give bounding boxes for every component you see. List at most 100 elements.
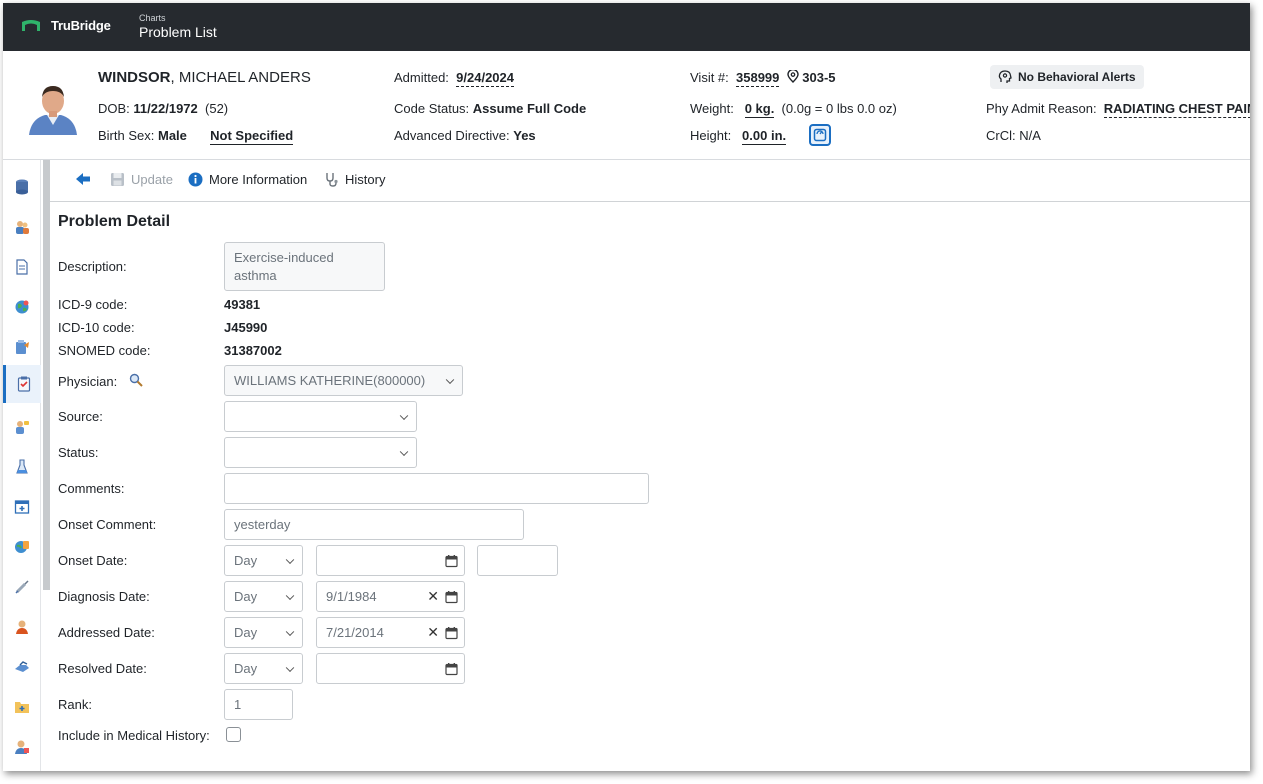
physician-value: WILLIAMS KATHERINE(800000) bbox=[234, 373, 426, 388]
chevron-down-icon bbox=[285, 591, 295, 600]
onset-extra-input[interactable] bbox=[477, 545, 558, 576]
icd10-label: ICD-10 code: bbox=[58, 320, 135, 335]
diagnosis-date-value: 9/1/1984 bbox=[326, 589, 377, 604]
brand[interactable]: TruBridge bbox=[21, 18, 111, 33]
section-title: Problem Detail bbox=[58, 213, 171, 230]
location-pin-icon bbox=[786, 68, 799, 83]
include-history-label: Include in Medical History: bbox=[58, 728, 210, 743]
more-information-button[interactable]: More Information bbox=[188, 172, 307, 187]
resolved-date-label: Resolved Date: bbox=[58, 661, 147, 676]
history-button[interactable]: History bbox=[324, 172, 385, 187]
calendar-icon[interactable] bbox=[445, 626, 458, 639]
calendar-icon[interactable] bbox=[445, 590, 458, 603]
icd10-value: J45990 bbox=[224, 320, 268, 335]
nav-handoff-icon[interactable] bbox=[13, 658, 31, 676]
rank-input[interactable]: 1 bbox=[224, 689, 293, 720]
gender-identity-link[interactable]: Not Specified bbox=[210, 128, 294, 145]
height-info: Height: 0.00 in. bbox=[690, 128, 787, 145]
nav-nurse-icon[interactable] bbox=[13, 738, 31, 756]
icd9-value: 49381 bbox=[224, 297, 261, 312]
nav-splitter[interactable] bbox=[43, 160, 50, 590]
patient-dob: DOB: 11/22/1972 (52) bbox=[98, 101, 228, 116]
breadcrumb-section: Charts bbox=[139, 13, 166, 23]
description-label: Description: bbox=[58, 259, 127, 274]
nav-chart-folder-icon[interactable] bbox=[13, 698, 31, 716]
patient-avatar[interactable] bbox=[23, 75, 83, 135]
physician-label-row: Physician: bbox=[58, 373, 143, 389]
nav-care-team-icon[interactable] bbox=[13, 218, 31, 236]
page-title: Problem List bbox=[139, 24, 217, 40]
comments-input[interactable] bbox=[224, 473, 649, 504]
nav-lab-flask-icon[interactable] bbox=[13, 458, 31, 476]
age-value: (52) bbox=[205, 101, 229, 116]
onset-precision-select[interactable]: Day bbox=[224, 545, 303, 576]
diagnosis-date-label: Diagnosis Date: bbox=[58, 589, 150, 604]
nav-database-icon[interactable] bbox=[13, 178, 31, 196]
onset-date-input[interactable] bbox=[316, 545, 465, 576]
behavioral-alerts-badge[interactable]: No Behavioral Alerts bbox=[990, 65, 1144, 89]
addressed-precision-value: Day bbox=[234, 625, 258, 640]
diagnosis-precision-select[interactable]: Day bbox=[224, 581, 303, 612]
patient-name: WINDSOR, MICHAEL ANDERS bbox=[98, 69, 311, 86]
crcl-info: CrCl: N/A bbox=[986, 128, 1041, 143]
rank-label: Rank: bbox=[58, 697, 92, 712]
nav-orders-icon[interactable] bbox=[13, 338, 31, 356]
weight-link[interactable]: 0 kg. bbox=[744, 101, 775, 118]
onset-comment-value: yesterday bbox=[234, 517, 291, 532]
nav-globe-icon[interactable] bbox=[13, 298, 31, 316]
resolved-date-input[interactable] bbox=[316, 653, 465, 684]
height-link[interactable]: 0.00 in. bbox=[742, 128, 787, 145]
nav-person-icon[interactable] bbox=[13, 618, 31, 636]
chevron-down-icon bbox=[445, 375, 455, 384]
dob-value: 11/22/1972 bbox=[133, 101, 198, 116]
nav-document-icon[interactable] bbox=[13, 258, 31, 276]
nav-problem-list-icon[interactable] bbox=[3, 365, 41, 403]
clear-icon[interactable]: ✕ bbox=[427, 588, 439, 605]
clear-icon[interactable]: ✕ bbox=[427, 624, 439, 641]
back-button[interactable] bbox=[76, 173, 91, 185]
addressed-date-input[interactable]: 7/21/2014 ✕ bbox=[316, 617, 465, 648]
patient-birth-sex: Birth Sex: Male Not Specified bbox=[98, 128, 294, 145]
source-select[interactable] bbox=[224, 401, 417, 432]
admit-reason-link[interactable]: RADIATING CHEST PAIN bbox=[1103, 101, 1250, 118]
calendar-icon[interactable] bbox=[445, 554, 458, 567]
chevron-down-icon bbox=[399, 411, 409, 420]
addressed-date-value: 7/21/2014 bbox=[326, 625, 384, 640]
physician-label: Physician: bbox=[58, 374, 118, 389]
app-window: TruBridge Charts Problem List WINDSOR, M… bbox=[3, 3, 1250, 771]
dob-label: DOB: bbox=[98, 101, 130, 116]
calendar-icon[interactable] bbox=[445, 662, 458, 675]
code-status-info: Code Status: Assume Full Code bbox=[394, 101, 586, 116]
onset-comment-input[interactable]: yesterday bbox=[224, 509, 524, 540]
breadcrumb: Charts Problem List bbox=[139, 13, 217, 41]
diagnosis-date-input[interactable]: 9/1/1984 ✕ bbox=[316, 581, 465, 612]
visit-number-link[interactable]: 358999 bbox=[736, 70, 780, 87]
resolved-precision-value: Day bbox=[234, 661, 258, 676]
update-label: Update bbox=[131, 172, 173, 187]
history-label: History bbox=[345, 172, 386, 187]
behavioral-head-icon bbox=[998, 70, 1012, 83]
description-value: Exercise-induced asthma bbox=[234, 250, 334, 283]
chevron-down-icon bbox=[399, 447, 409, 456]
nav-consult-icon[interactable] bbox=[13, 418, 31, 436]
admitted-info: Admitted: 9/24/2024 bbox=[394, 70, 514, 87]
nav-medication-icon[interactable] bbox=[13, 538, 31, 556]
status-select[interactable] bbox=[224, 437, 417, 468]
patient-first-names: MICHAEL ANDERS bbox=[178, 69, 311, 86]
addressed-precision-select[interactable]: Day bbox=[224, 617, 303, 648]
nav-calendar-plus-icon[interactable] bbox=[13, 498, 31, 516]
update-button[interactable]: Update bbox=[110, 172, 173, 187]
back-arrow-icon bbox=[76, 173, 90, 185]
resolved-precision-select[interactable]: Day bbox=[224, 653, 303, 684]
admitted-date-link[interactable]: 9/24/2024 bbox=[456, 70, 514, 87]
advanced-directive-value: Yes bbox=[513, 128, 536, 143]
chevron-down-icon bbox=[285, 627, 295, 636]
include-history-checkbox[interactable] bbox=[226, 727, 241, 742]
nav-syringe-icon[interactable] bbox=[13, 578, 31, 596]
measurements-button[interactable] bbox=[809, 124, 831, 146]
physician-search-icon[interactable] bbox=[129, 373, 143, 387]
onset-comment-label: Onset Comment: bbox=[58, 517, 157, 532]
patient-header: WINDSOR, MICHAEL ANDERS DOB: 11/22/1972 … bbox=[3, 51, 1250, 160]
brand-name: TruBridge bbox=[51, 18, 111, 33]
physician-select[interactable]: WILLIAMS KATHERINE(800000) bbox=[224, 365, 463, 396]
